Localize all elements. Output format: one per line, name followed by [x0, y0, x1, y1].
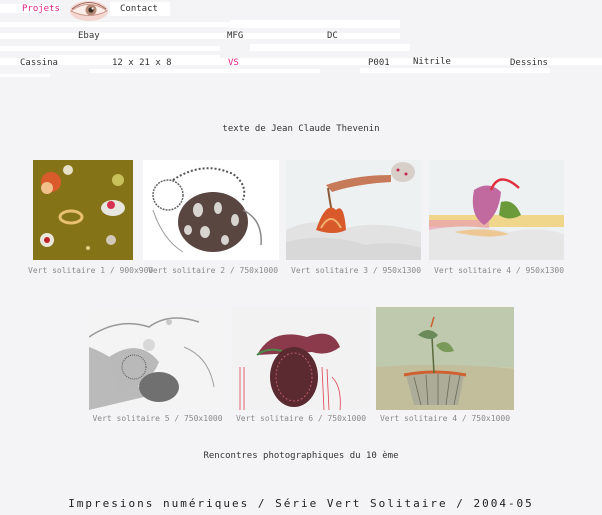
nav-dc[interactable]: DC — [327, 31, 338, 42]
thumbnail-vert-solitaire-5[interactable] — [89, 307, 226, 410]
caption-vert-solitaire-1: Vert solitaire 1 / 900x900 — [28, 266, 154, 275]
thumbnail-vert-solitaire-1[interactable] — [33, 160, 133, 260]
thumbnail-vert-solitaire-4[interactable] — [429, 160, 564, 260]
caption-vert-solitaire-5: Vert solitaire 5 / 750x1000 — [92, 414, 223, 423]
thumbnail-vert-solitaire-2[interactable] — [143, 160, 279, 260]
thumbnail-vert-solitaire-4b[interactable] — [376, 307, 514, 410]
thumbnail-vert-solitaire-3[interactable] — [286, 160, 421, 260]
nav-contact[interactable]: Contact — [120, 4, 158, 15]
thumbnail-vert-solitaire-6[interactable] — [232, 307, 370, 410]
caption-vert-solitaire-3: Vert solitaire 3 / 950x1300 — [291, 266, 422, 275]
eye-logo — [69, 0, 109, 22]
caption-vert-solitaire-4b: Vert solitaire 4 / 750x1000 — [379, 414, 511, 423]
nav-vs[interactable]: VS — [228, 58, 239, 69]
caption-vert-solitaire-2: Vert solitaire 2 / 750x1000 — [148, 266, 279, 275]
nav-dessins[interactable]: Dessins — [510, 58, 548, 69]
nav-cassina[interactable]: Cassina — [20, 58, 58, 69]
nav-projets[interactable]: Projets — [22, 4, 60, 15]
caption-vert-solitaire-6: Vert solitaire 6 / 750x1000 — [235, 414, 367, 423]
nav-p001[interactable]: P001 — [368, 58, 390, 69]
event-link[interactable]: Rencontres photographiques du 10 ème — [0, 451, 602, 462]
nav-12x21x8[interactable]: 12 x 21 x 8 — [112, 58, 172, 69]
nav-ebay[interactable]: Ebay — [78, 31, 100, 42]
series-title: Impresions numériques / Série Vert Solit… — [68, 497, 534, 510]
nav-nitrile[interactable]: Nitrile — [413, 57, 451, 68]
nav-mfg[interactable]: MFG — [227, 31, 243, 42]
caption-vert-solitaire-4: Vert solitaire 4 / 950x1300 — [434, 266, 565, 275]
intro-link[interactable]: texte de Jean Claude Thevenin — [0, 124, 602, 135]
